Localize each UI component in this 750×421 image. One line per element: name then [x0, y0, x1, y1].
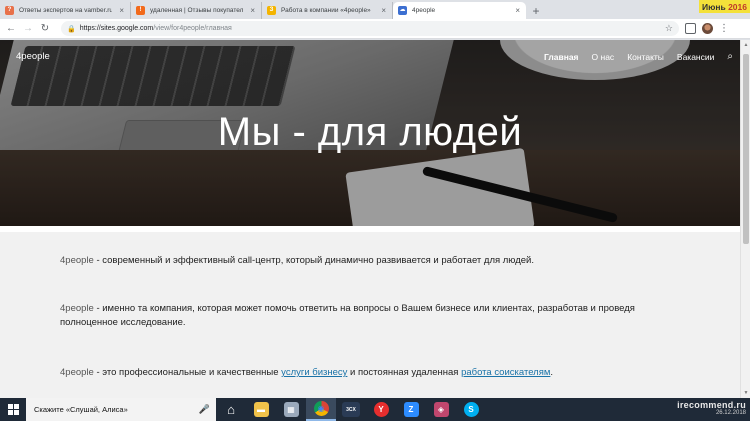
screen: ? Ответы экспертов на vamber.ru ×! удаленна…	[0, 0, 750, 421]
hero-banner: 4people Главная О нас Контакты Вакансии ⌕ Мы…	[0, 40, 740, 226]
business-services-link[interactable]: услуги бизнесу	[281, 367, 347, 378]
paragraph-text: - именно та компания, которая может помо…	[60, 303, 635, 328]
tab-title: Работа в компании «4people»	[281, 7, 371, 14]
paragraph-text: - современный и эффективный call-центр, …	[93, 255, 534, 266]
brand-name: 4people	[60, 303, 94, 314]
taskbar-apps: ⌂ ▬ ▦ ◉ 3CX Y Z ◈ S	[216, 398, 486, 421]
nav-item[interactable]: О нас	[592, 52, 615, 62]
taskbar-app-button[interactable]: ▬	[246, 398, 276, 421]
system-tray: irecommend.ru 26.12.2018	[677, 400, 746, 416]
close-tab-icon[interactable]: ×	[247, 6, 255, 15]
yandex-browser-icon: Y	[373, 402, 389, 417]
reload-icon[interactable]: ↻	[39, 23, 51, 34]
back-icon[interactable]: ←	[5, 23, 17, 34]
nav-item[interactable]: Главная	[544, 52, 579, 62]
otzovik-favicon-icon: !	[136, 6, 145, 15]
new-tab-button[interactable]: +	[526, 2, 546, 19]
paragraph-3: 4people - это профессиональные и качеств…	[60, 366, 688, 380]
close-tab-icon[interactable]: ×	[378, 6, 386, 15]
paragraph-text: .	[550, 367, 554, 378]
browser-tab[interactable]: ☁ 4people ×	[393, 2, 526, 19]
zoom-icon: Z	[403, 402, 419, 417]
windows-logo-icon	[7, 404, 19, 415]
scroll-down-icon[interactable]: ▼	[742, 389, 750, 397]
tab-title: Ответы экспертов на vamber.ru	[19, 7, 112, 14]
windows-taskbar: Скажите «Слушай, Алиса» 🎤 ⌂ ▬ ▦ ◉ 3CX Y Z ◈ S ir…	[0, 398, 750, 421]
date-stamp: Июнь 2016	[698, 0, 750, 13]
jobseekers-work-link[interactable]: работа соискателям	[461, 367, 550, 378]
tab-title: 4people	[412, 7, 436, 14]
taskbar-app-button[interactable]: 3CX	[336, 398, 366, 421]
tray-date: 26.12.2018	[715, 410, 746, 416]
search-icon[interactable]: ⌕	[727, 51, 733, 62]
browser-toolbar: ← → ↻ 🔒 https://sites.google.com/view/fo…	[0, 19, 750, 39]
bookmark-star-icon[interactable]: ☆	[665, 23, 673, 34]
app-3cx-icon: 3CX	[342, 402, 360, 417]
chrome-icon: ◉	[313, 401, 329, 416]
question-favicon-icon: ?	[5, 6, 14, 15]
browser-tab[interactable]: ! удаленная | Отзывы покупателей ×	[131, 2, 262, 19]
address-url[interactable]: https://sites.google.com/view/for4people…	[80, 25, 665, 32]
page-scrollbar[interactable]: ▲ ▼	[740, 40, 750, 398]
scrollbar-thumb[interactable]	[743, 54, 749, 244]
taskbar-app-button[interactable]: Y	[366, 398, 396, 421]
brand-name: 4people	[60, 367, 94, 378]
browser-menu-icon[interactable]: ⋮	[719, 23, 729, 33]
main-content: 4people - современный и эффективный call…	[0, 232, 740, 398]
site-brand[interactable]: 4people	[16, 51, 50, 62]
taskbar-app-button[interactable]: ◈	[426, 398, 456, 421]
calculator-icon: ▦	[283, 402, 299, 417]
profile-avatar[interactable]	[702, 23, 713, 34]
home-icon: ⌂	[227, 402, 235, 417]
start-button[interactable]	[0, 398, 26, 421]
sites-favicon-icon: ☁	[398, 6, 407, 15]
close-tab-icon[interactable]: ×	[116, 6, 124, 15]
taskbar-app-button[interactable]: Z	[396, 398, 426, 421]
close-tab-icon[interactable]: ×	[512, 6, 520, 15]
site-nav: Главная О нас Контакты Вакансии ⌕	[544, 51, 733, 62]
browser-tab[interactable]: З Работа в компании «4people» ×	[262, 2, 393, 19]
taskbar-app-button[interactable]: ⌂	[216, 398, 246, 421]
lock-icon: 🔒	[67, 25, 76, 33]
nav-item[interactable]: Контакты	[627, 52, 664, 62]
review-favicon-icon: З	[267, 6, 276, 15]
forward-icon[interactable]: →	[22, 23, 34, 34]
media-icon: ◈	[433, 402, 449, 417]
browser-tab-strip: ? Ответы экспертов на vamber.ru ×! удаленна…	[0, 0, 750, 19]
file-explorer-icon: ▬	[253, 402, 269, 417]
skype-icon: S	[463, 402, 479, 417]
paragraph-text: и постоянная удаленная	[347, 367, 462, 378]
taskbar-app-button[interactable]: S	[456, 398, 486, 421]
address-bar[interactable]: 🔒 https://sites.google.com/view/for4peop…	[61, 21, 679, 36]
scroll-up-icon[interactable]: ▲	[742, 41, 750, 49]
paragraph-2: 4people - именно та компания, которая мо…	[60, 302, 688, 330]
paragraph-1: 4people - современный и эффективный call…	[60, 254, 688, 268]
nav-item[interactable]: Вакансии	[677, 52, 714, 62]
watermark: irecommend.ru	[677, 400, 746, 410]
taskbar-app-button[interactable]: ◉	[306, 398, 336, 421]
search-hint: Скажите «Слушай, Алиса»	[34, 405, 128, 414]
taskbar-app-button[interactable]: ▦	[276, 398, 306, 421]
tab-title: удаленная | Отзывы покупателей	[150, 7, 243, 14]
hero-title: Мы - для людей	[217, 110, 523, 154]
extension-icon[interactable]	[685, 23, 696, 34]
paragraph-text: - это профессиональные и качественные	[93, 367, 282, 378]
taskbar-search-box[interactable]: Скажите «Слушай, Алиса» 🎤	[26, 398, 216, 421]
browser-tab[interactable]: ? Ответы экспертов на vamber.ru ×	[0, 2, 131, 19]
brand-name: 4people	[60, 255, 94, 266]
web-page: 4people Главная О нас Контакты Вакансии ⌕ Мы…	[0, 40, 740, 398]
microphone-icon[interactable]: 🎤	[199, 404, 210, 415]
